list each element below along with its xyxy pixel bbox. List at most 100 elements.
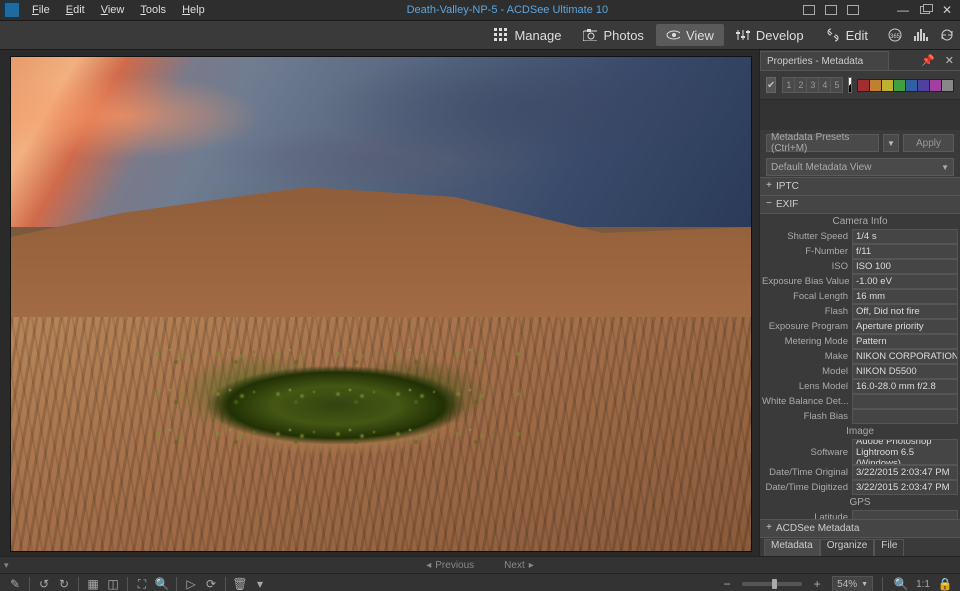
metadata-key: F-Number: [762, 246, 852, 257]
mode-manage[interactable]: Manage: [484, 24, 571, 46]
color-swatch[interactable]: [941, 79, 954, 92]
camera-icon: [583, 28, 597, 42]
mode-view[interactable]: View: [656, 24, 724, 46]
metadata-row: FlashOff, Did not fire: [760, 304, 960, 319]
menu-tools[interactable]: Tools: [132, 4, 174, 16]
mode-photos[interactable]: Photos: [573, 24, 653, 46]
metadata-value[interactable]: Off, Did not fire: [852, 304, 958, 319]
maximize-icon[interactable]: [918, 4, 932, 16]
menu-bar: File Edit View Tools Help: [24, 4, 213, 16]
minimize-icon[interactable]: —: [896, 4, 910, 16]
preset-dropdown-arrow-icon[interactable]: ▼: [883, 134, 899, 152]
zoom-slider[interactable]: [742, 582, 802, 586]
section-acdsee[interactable]: +ACDSee Metadata: [760, 519, 960, 538]
zoom-in-icon[interactable]: +: [808, 576, 826, 591]
section-exif[interactable]: −EXIF: [760, 195, 960, 214]
metadata-value[interactable]: [852, 409, 958, 424]
workspace: Properties - Metadata 📌 ✕ ✔ 12345 Metada…: [0, 50, 960, 556]
menu-view[interactable]: View: [93, 4, 133, 16]
menu-edit[interactable]: Edit: [58, 4, 93, 16]
eye-icon: [666, 28, 680, 42]
prev-button[interactable]: ◂Previous: [426, 560, 474, 571]
collapse-icon[interactable]: ▾: [4, 560, 9, 571]
section-iptc[interactable]: +IPTC: [760, 177, 960, 196]
metadata-value[interactable]: Aperture priority: [852, 319, 958, 334]
layout1-icon[interactable]: [802, 4, 816, 16]
mode-develop[interactable]: Develop: [726, 24, 814, 46]
tag-checkbox[interactable]: ✔: [766, 77, 776, 93]
metadata-value[interactable]: 3/22/2015 2:03:47 PM: [852, 465, 958, 480]
metadata-row: Shutter Speed1/4 s: [760, 229, 960, 244]
metadata-row: SoftwareAdobe Photoshop Lightroom 6.5 (W…: [760, 439, 960, 465]
color-labels[interactable]: [858, 79, 954, 92]
delete-icon[interactable]: 🗑: [231, 576, 249, 591]
tab-organize[interactable]: Organize: [820, 539, 875, 556]
metadata-value[interactable]: 3/22/2015 2:03:47 PM: [852, 480, 958, 495]
tool-sync-icon[interactable]: [938, 26, 956, 44]
zoom-dropdown[interactable]: 54%▼: [832, 576, 873, 591]
tab-file[interactable]: File: [874, 539, 904, 556]
title-bar: File Edit View Tools Help Death-Valley-N…: [0, 0, 960, 21]
lock-zoom-icon[interactable]: 🔒: [936, 576, 954, 591]
fullscreen-icon[interactable]: ⛶: [133, 576, 151, 591]
crop-icon[interactable]: ▦: [84, 576, 102, 591]
metadata-value[interactable]: 16 mm: [852, 289, 958, 304]
external-edit-icon[interactable]: ✎: [6, 576, 24, 591]
rotate-ccw-icon[interactable]: ↺: [35, 576, 53, 591]
tab-metadata[interactable]: Metadata: [764, 539, 820, 556]
close-icon[interactable]: ✕: [940, 4, 954, 16]
panel-close-icon[interactable]: ✕: [939, 54, 960, 67]
metadata-key: Focal Length: [762, 291, 852, 302]
metadata-key: ISO: [762, 261, 852, 272]
metadata-key: Date/Time Original: [762, 467, 852, 478]
bw-toggle-icon[interactable]: [848, 77, 852, 93]
metadata-value[interactable]: 16.0-28.0 mm f/2.8: [852, 379, 958, 394]
mode-edit[interactable]: Edit: [816, 24, 878, 46]
metadata-key: Date/Time Digitized: [762, 482, 852, 493]
metadata-row: Date/Time Original3/22/2015 2:03:47 PM: [760, 465, 960, 480]
panel-bottom-tabs: Metadata Organize File: [760, 538, 960, 556]
menu-file[interactable]: File: [24, 4, 58, 16]
metadata-row: Date/Time Digitized3/22/2015 2:03:47 PM: [760, 480, 960, 495]
rating-numbers[interactable]: 12345: [782, 77, 842, 93]
metadata-value[interactable]: f/11: [852, 244, 958, 259]
tool-histogram-icon[interactable]: [912, 26, 930, 44]
properties-panel: Properties - Metadata 📌 ✕ ✔ 12345 Metada…: [759, 50, 960, 556]
metadata-row: MakeNIKON CORPORATION: [760, 349, 960, 364]
select-icon[interactable]: ◫: [104, 576, 122, 591]
pin-icon[interactable]: 📌: [917, 54, 939, 67]
rotate-cw-icon[interactable]: ↻: [55, 576, 73, 591]
metadata-value[interactable]: NIKON D5500: [852, 364, 958, 379]
menu-help[interactable]: Help: [174, 4, 213, 16]
metadata-value[interactable]: Adobe Photoshop Lightroom 6.5 (Windows): [852, 439, 958, 465]
metadata-key: Flash: [762, 306, 852, 317]
chevron-right-icon: ▸: [529, 560, 534, 571]
metadata-value[interactable]: -1.00 eV: [852, 274, 958, 289]
apply-button[interactable]: Apply: [903, 134, 954, 152]
metadata-row: ISOISO 100: [760, 259, 960, 274]
image-viewer[interactable]: [0, 50, 759, 556]
layout2-icon[interactable]: [824, 4, 838, 16]
image-canvas[interactable]: [10, 56, 752, 552]
more-icon[interactable]: ▾: [251, 576, 269, 591]
panel-tab-properties[interactable]: Properties - Metadata: [760, 51, 889, 70]
tool-365-icon[interactable]: 365: [886, 26, 904, 44]
next-button[interactable]: Next▸: [504, 560, 534, 571]
layout3-icon[interactable]: [846, 4, 860, 16]
chevron-left-icon: ◂: [426, 560, 431, 571]
metadata-preset-dropdown[interactable]: Metadata Presets (Ctrl+M): [766, 134, 879, 152]
autoplay-icon[interactable]: ⟳: [202, 576, 220, 591]
metadata-value[interactable]: Pattern: [852, 334, 958, 349]
metadata-value[interactable]: 1/4 s: [852, 229, 958, 244]
actual-size-button[interactable]: 1:1: [916, 576, 930, 591]
fit-icon[interactable]: 🔍: [892, 576, 910, 591]
grid-icon: [494, 28, 508, 42]
metadata-view-dropdown[interactable]: Default Metadata View▼: [766, 158, 954, 176]
metadata-value[interactable]: NIKON CORPORATION: [852, 349, 958, 364]
zoom-tool-icon[interactable]: 🔍: [153, 576, 171, 591]
zoom-out-icon[interactable]: −: [718, 576, 736, 591]
metadata-value[interactable]: ISO 100: [852, 259, 958, 274]
metadata-key: White Balance Det...: [762, 396, 852, 407]
metadata-value[interactable]: [852, 394, 958, 409]
play-icon[interactable]: ▷: [182, 576, 200, 591]
